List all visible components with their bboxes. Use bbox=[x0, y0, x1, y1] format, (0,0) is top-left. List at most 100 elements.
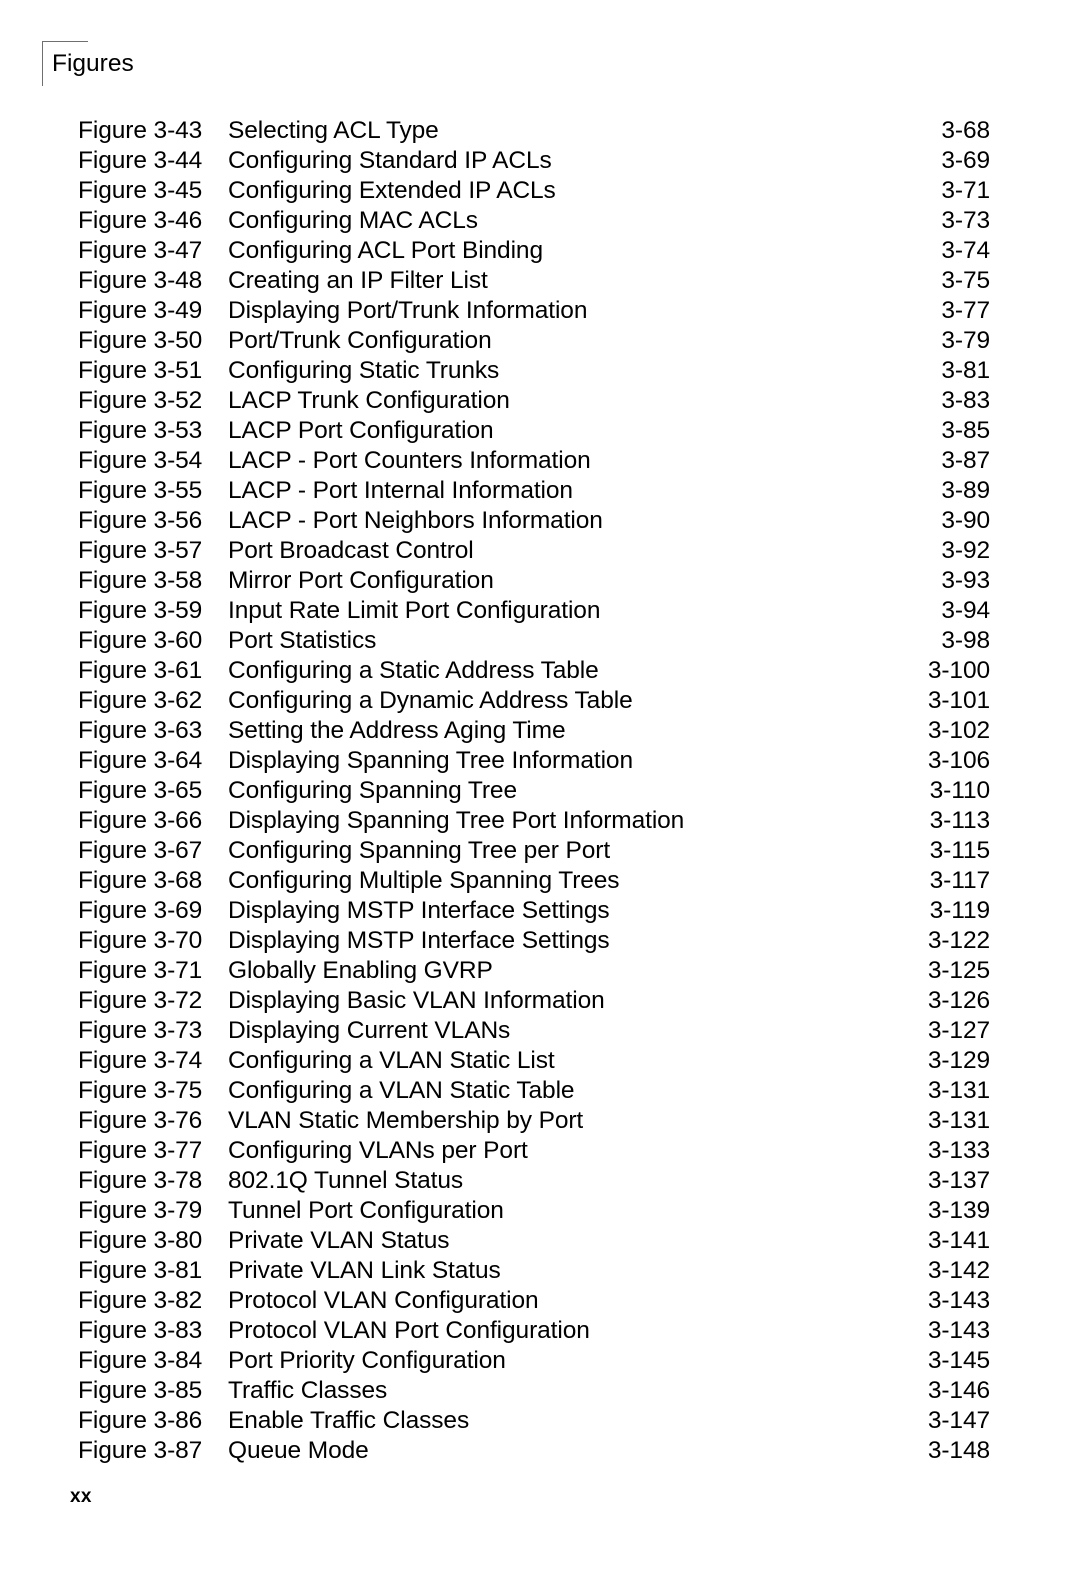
figure-caption: Displaying Spanning Tree Port Informatio… bbox=[228, 807, 685, 834]
figure-caption: Displaying Current VLANs bbox=[228, 1017, 511, 1044]
figure-number: Figure 3-45 bbox=[78, 177, 203, 204]
figure-number: Figure 3-81 bbox=[78, 1257, 203, 1284]
figure-entry[interactable]: Figure 3-45 Configuring Extended IP ACLs 3… bbox=[0, 176, 1080, 206]
figure-entry[interactable]: Figure 3-74 Configuring a VLAN Static Lis… bbox=[0, 1046, 1080, 1076]
figure-caption: LACP Trunk Configuration bbox=[228, 387, 510, 414]
figure-page-number: 3-75 bbox=[941, 267, 990, 294]
figure-caption: Displaying Port/Trunk Information bbox=[228, 297, 588, 324]
figure-entry[interactable]: Figure 3-55 LACP - Port Internal Informat… bbox=[0, 476, 1080, 506]
figure-entry[interactable]: Figure 3-73 Displaying Current VLANs 3-127 bbox=[0, 1016, 1080, 1046]
figure-number: Figure 3-72 bbox=[78, 987, 203, 1014]
figure-entry[interactable]: Figure 3-64 Displaying Spanning Tree Info… bbox=[0, 746, 1080, 776]
figure-page-number: 3-129 bbox=[927, 1047, 990, 1074]
figure-entry[interactable]: Figure 3-76 VLAN Static Membership by Por… bbox=[0, 1106, 1080, 1136]
figure-page-number: 3-77 bbox=[941, 297, 990, 324]
figure-number: Figure 3-47 bbox=[78, 237, 203, 264]
figure-entry[interactable]: Figure 3-47 Configuring ACL Port Binding 3… bbox=[0, 236, 1080, 266]
figure-entry[interactable]: Figure 3-60 Port Statistics 3-98 bbox=[0, 626, 1080, 656]
figure-caption: Protocol VLAN Port Configuration bbox=[228, 1317, 590, 1344]
figure-entry[interactable]: Figure 3-56 LACP - Port Neighbors Informa… bbox=[0, 506, 1080, 536]
figure-page-number: 3-146 bbox=[927, 1377, 990, 1404]
figure-number: Figure 3-46 bbox=[78, 207, 203, 234]
figure-entry[interactable]: Figure 3-51 Configuring Static Trunks 3-81 bbox=[0, 356, 1080, 386]
figure-page-number: 3-73 bbox=[941, 207, 990, 234]
figure-caption: Configuring ACL Port Binding bbox=[228, 237, 543, 264]
figure-entry[interactable]: Figure 3-70 Displaying MSTP Interface Set… bbox=[0, 926, 1080, 956]
figure-entry[interactable]: Figure 3-57 Port Broadcast Control 3-92 bbox=[0, 536, 1080, 566]
figure-entry[interactable]: Figure 3-67 Configuring Spanning Tree per… bbox=[0, 836, 1080, 866]
figure-entry[interactable]: Figure 3-87 Queue Mode 3-148 bbox=[0, 1436, 1080, 1466]
figure-entry[interactable]: Figure 3-82 Protocol VLAN Configuration 3-… bbox=[0, 1286, 1080, 1316]
figure-entry[interactable]: Figure 3-66 Displaying Spanning Tree Port… bbox=[0, 806, 1080, 836]
figure-page-number: 3-126 bbox=[927, 987, 990, 1014]
figure-entry[interactable]: Figure 3-43 Selecting ACL Type 3-68 bbox=[0, 116, 1080, 146]
figure-entry[interactable]: Figure 3-68 Configuring Multiple Spanning… bbox=[0, 866, 1080, 896]
figure-caption: Queue Mode bbox=[228, 1437, 369, 1464]
figure-entry[interactable]: Figure 3-78 802.1Q Tunnel Status 3-137 bbox=[0, 1166, 1080, 1196]
figure-page-number: 3-147 bbox=[927, 1407, 990, 1434]
figure-entry[interactable]: Figure 3-49 Displaying Port/Trunk Informa… bbox=[0, 296, 1080, 326]
figure-entry[interactable]: Figure 3-81 Private VLAN Link Status 3-142 bbox=[0, 1256, 1080, 1286]
figure-caption: Configuring Spanning Tree bbox=[228, 777, 517, 804]
figure-caption: Globally Enabling GVRP bbox=[228, 957, 493, 984]
figure-number: Figure 3-49 bbox=[78, 297, 203, 324]
figure-caption: LACP - Port Counters Information bbox=[228, 447, 591, 474]
figure-entry[interactable]: Figure 3-61 Configuring a Static Address … bbox=[0, 656, 1080, 686]
figure-number: Figure 3-69 bbox=[78, 897, 203, 924]
figure-caption: Mirror Port Configuration bbox=[228, 567, 494, 594]
figure-entry[interactable]: Figure 3-79 Tunnel Port Configuration 3-13… bbox=[0, 1196, 1080, 1226]
figure-entry[interactable]: Figure 3-58 Mirror Port Configuration 3-93 bbox=[0, 566, 1080, 596]
figure-entry[interactable]: Figure 3-84 Port Priority Configuration 3-… bbox=[0, 1346, 1080, 1376]
figure-entry[interactable]: Figure 3-54 LACP - Port Counters Informat… bbox=[0, 446, 1080, 476]
figure-entry[interactable]: Figure 3-80 Private VLAN Status 3-141 bbox=[0, 1226, 1080, 1256]
figure-page-number: 3-143 bbox=[927, 1317, 990, 1344]
figure-entry[interactable]: Figure 3-63 Setting the Address Aging Tim… bbox=[0, 716, 1080, 746]
figure-number: Figure 3-64 bbox=[78, 747, 203, 774]
figure-entry[interactable]: Figure 3-59 Input Rate Limit Port Configu… bbox=[0, 596, 1080, 626]
figure-number: Figure 3-65 bbox=[78, 777, 203, 804]
running-head-title: Figures bbox=[52, 50, 134, 77]
figure-entry[interactable]: Figure 3-62 Configuring a Dynamic Address… bbox=[0, 686, 1080, 716]
figure-page-number: 3-141 bbox=[927, 1227, 990, 1254]
figure-entry[interactable]: Figure 3-52 LACP Trunk Configuration 3-83 bbox=[0, 386, 1080, 416]
figure-number: Figure 3-67 bbox=[78, 837, 203, 864]
figure-entry[interactable]: Figure 3-75 Configuring a VLAN Static Tab… bbox=[0, 1076, 1080, 1106]
figure-number: Figure 3-71 bbox=[78, 957, 203, 984]
figure-entry[interactable]: Figure 3-44 Configuring Standard IP ACLs 3… bbox=[0, 146, 1080, 176]
figure-page-number: 3-92 bbox=[941, 537, 990, 564]
figure-page-number: 3-127 bbox=[927, 1017, 990, 1044]
figure-entry[interactable]: Figure 3-72 Displaying Basic VLAN Informa… bbox=[0, 986, 1080, 1016]
figure-entry[interactable]: Figure 3-86 Enable Traffic Classes 3-147 bbox=[0, 1406, 1080, 1436]
figure-entry[interactable]: Figure 3-71 Globally Enabling GVRP 3-125 bbox=[0, 956, 1080, 986]
figure-page-number: 3-93 bbox=[941, 567, 990, 594]
figure-number: Figure 3-51 bbox=[78, 357, 203, 384]
figure-page-number: 3-89 bbox=[941, 477, 990, 504]
figure-number: Figure 3-77 bbox=[78, 1137, 203, 1164]
figure-number: Figure 3-59 bbox=[78, 597, 203, 624]
figure-number: Figure 3-61 bbox=[78, 657, 203, 684]
figure-caption: Configuring a Dynamic Address Table bbox=[228, 687, 633, 714]
figure-entry[interactable]: Figure 3-46 Configuring MAC ACLs 3-73 bbox=[0, 206, 1080, 236]
figure-page-number: 3-74 bbox=[941, 237, 990, 264]
figure-page-number: 3-117 bbox=[929, 867, 990, 894]
figure-entry[interactable]: Figure 3-53 LACP Port Configuration 3-85 bbox=[0, 416, 1080, 446]
figure-caption: Configuring a VLAN Static Table bbox=[228, 1077, 575, 1104]
figure-entry[interactable]: Figure 3-77 Configuring VLANs per Port 3-1… bbox=[0, 1136, 1080, 1166]
figure-caption: Enable Traffic Classes bbox=[228, 1407, 470, 1434]
figure-caption: Configuring Standard IP ACLs bbox=[228, 147, 552, 174]
figure-number: Figure 3-58 bbox=[78, 567, 203, 594]
figure-page-number: 3-94 bbox=[941, 597, 990, 624]
figure-number: Figure 3-66 bbox=[78, 807, 203, 834]
figure-page-number: 3-98 bbox=[941, 627, 990, 654]
figure-entry[interactable]: Figure 3-65 Configuring Spanning Tree 3-11… bbox=[0, 776, 1080, 806]
figure-page-number: 3-145 bbox=[927, 1347, 990, 1374]
figure-page-number: 3-68 bbox=[941, 117, 990, 144]
figure-number: Figure 3-82 bbox=[78, 1287, 203, 1314]
figure-entry[interactable]: Figure 3-50 Port/Trunk Configuration 3-79 bbox=[0, 326, 1080, 356]
figure-page-number: 3-119 bbox=[929, 897, 990, 924]
figure-entry[interactable]: Figure 3-83 Protocol VLAN Port Configurat… bbox=[0, 1316, 1080, 1346]
figure-entry[interactable]: Figure 3-69 Displaying MSTP Interface Set… bbox=[0, 896, 1080, 926]
figure-entry[interactable]: Figure 3-48 Creating an IP Filter List 3-7… bbox=[0, 266, 1080, 296]
figure-entry[interactable]: Figure 3-85 Traffic Classes 3-146 bbox=[0, 1376, 1080, 1406]
figure-caption: Displaying Basic VLAN Information bbox=[228, 987, 605, 1014]
